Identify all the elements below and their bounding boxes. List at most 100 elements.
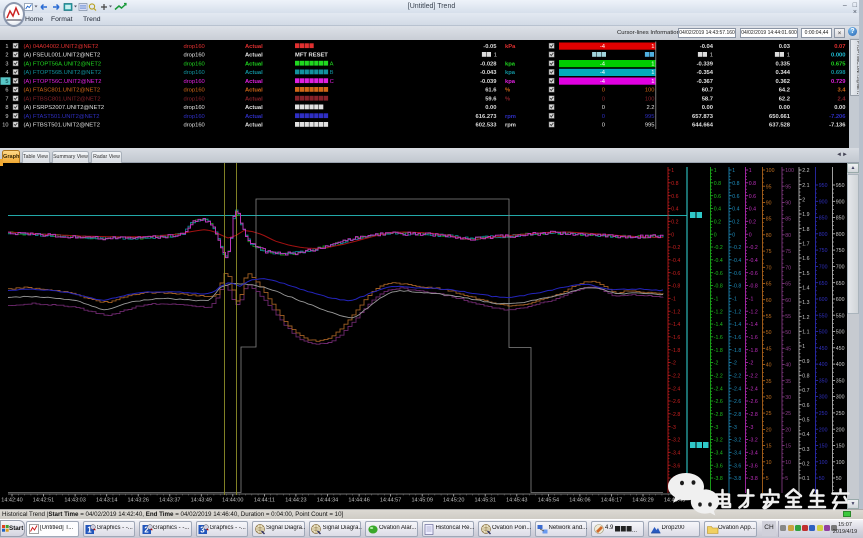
svg-text:-0.339: -0.339 <box>697 62 714 68</box>
svg-text:-1: -1 <box>714 296 719 302</box>
svg-text:-1: -1 <box>671 296 676 302</box>
svg-text:-0.04: -0.04 <box>700 44 714 50</box>
svg-text:14:45:09: 14:45:09 <box>411 498 432 504</box>
svg-text:-0.4: -0.4 <box>671 258 680 264</box>
svg-text:-2: -2 <box>671 361 676 367</box>
svg-text:%: % <box>505 88 510 94</box>
svg-text:(A) FTOPT56B.UNIT2@NET2: (A) FTOPT56B.UNIT2@NET2 <box>24 70 102 76</box>
svg-text:1.8: 1.8 <box>802 227 809 233</box>
svg-text:-0.367: -0.367 <box>697 79 713 85</box>
svg-text:-0.2: -0.2 <box>749 245 758 251</box>
svg-text:0.8: 0.8 <box>802 373 809 379</box>
svg-text:0.5: 0.5 <box>802 417 809 423</box>
svg-text:10: 10 <box>785 460 791 466</box>
svg-text:700: 700 <box>836 265 845 271</box>
svg-text:14:42:51: 14:42:51 <box>33 498 54 504</box>
svg-text:drop160: drop160 <box>184 105 205 111</box>
svg-text:40: 40 <box>785 363 791 369</box>
svg-text:-3.2: -3.2 <box>714 438 723 444</box>
svg-text:-1.8: -1.8 <box>671 348 680 354</box>
svg-text:(A) FTAST501.UNIT2@NET2: (A) FTAST501.UNIT2@NET2 <box>24 114 100 120</box>
svg-text:0: 0 <box>602 88 605 94</box>
svg-text:(A) 04A04002.UNIT2@NET2: (A) 04A04002.UNIT2@NET2 <box>24 44 99 50</box>
svg-text:-1.6: -1.6 <box>732 335 741 341</box>
svg-text:(A) FSEUL001.UNIT2@NET2: (A) FSEUL001.UNIT2@NET2 <box>24 53 101 59</box>
svg-text:995: 995 <box>645 114 655 120</box>
svg-text:-2.6: -2.6 <box>732 399 741 405</box>
svg-text:0.8: 0.8 <box>732 181 739 187</box>
svg-text:0.2: 0.2 <box>749 219 756 225</box>
svg-text:650: 650 <box>819 281 828 287</box>
svg-text:Actual: Actual <box>245 114 263 120</box>
svg-text:25: 25 <box>766 411 772 417</box>
svg-text:Actual: Actual <box>245 97 263 103</box>
svg-text:3: 3 <box>5 62 8 68</box>
svg-text:0.00: 0.00 <box>485 105 496 111</box>
svg-text:2.2: 2.2 <box>802 168 809 174</box>
svg-text:350: 350 <box>836 379 845 385</box>
svg-text:-3: -3 <box>671 425 676 431</box>
svg-text:0.07: 0.07 <box>834 44 845 50</box>
svg-text:150: 150 <box>836 444 845 450</box>
svg-text:-2.6: -2.6 <box>671 399 680 405</box>
svg-text:-1.4: -1.4 <box>732 322 741 328</box>
svg-text:1: 1 <box>494 53 497 59</box>
svg-text:950: 950 <box>819 183 828 189</box>
svg-text:(A) FTBST501.UNIT2@NET2: (A) FTBST501.UNIT2@NET2 <box>24 123 100 129</box>
svg-text:35: 35 <box>766 379 772 385</box>
svg-text:0.698: 0.698 <box>831 70 846 76</box>
svg-text:80: 80 <box>785 233 791 239</box>
svg-text:-2.2: -2.2 <box>714 373 723 379</box>
svg-text:14:44:57: 14:44:57 <box>380 498 401 504</box>
svg-text:-2.8: -2.8 <box>732 412 741 418</box>
svg-text:900: 900 <box>836 199 845 205</box>
svg-text:-1.2: -1.2 <box>671 309 680 315</box>
svg-text:0.03: 0.03 <box>779 44 791 50</box>
svg-text:85: 85 <box>766 217 772 223</box>
svg-text:drop160: drop160 <box>184 62 205 68</box>
svg-text:14:43:14: 14:43:14 <box>96 498 117 504</box>
svg-text:1: 1 <box>749 168 752 174</box>
svg-text:0.8: 0.8 <box>714 181 721 187</box>
svg-text:0: 0 <box>602 123 605 129</box>
svg-text:59.6: 59.6 <box>485 97 497 103</box>
svg-text:60: 60 <box>785 298 791 304</box>
svg-text:70: 70 <box>785 265 791 271</box>
svg-text:0.344: 0.344 <box>775 70 790 76</box>
svg-text:-4: -4 <box>600 62 606 68</box>
svg-text:64.2: 64.2 <box>779 88 790 94</box>
svg-text:0.362: 0.362 <box>775 79 790 85</box>
svg-text:1.3: 1.3 <box>802 300 809 306</box>
svg-text:2.1: 2.1 <box>802 183 809 189</box>
svg-text:0.4: 0.4 <box>802 432 809 438</box>
svg-text:-2: -2 <box>732 361 737 367</box>
svg-text:150: 150 <box>819 444 828 450</box>
svg-text:0.00: 0.00 <box>702 105 713 111</box>
svg-text:1: 1 <box>671 168 674 174</box>
svg-text:300: 300 <box>836 395 845 401</box>
svg-text:(A) FTASC801.UNIT2@NET2: (A) FTASC801.UNIT2@NET2 <box>24 88 101 94</box>
svg-text:5: 5 <box>5 79 8 85</box>
svg-text:-0.8: -0.8 <box>671 284 680 290</box>
svg-text:200: 200 <box>836 427 845 433</box>
svg-text:-2.2: -2.2 <box>671 373 680 379</box>
svg-text:55: 55 <box>785 314 791 320</box>
svg-text:850: 850 <box>819 216 828 222</box>
svg-text:14:44:34: 14:44:34 <box>317 498 338 504</box>
svg-text:-3: -3 <box>714 425 719 431</box>
svg-text:Actual: Actual <box>245 105 263 111</box>
svg-text:Actual: Actual <box>245 79 263 85</box>
svg-text:-2: -2 <box>749 361 754 367</box>
svg-text:0.8: 0.8 <box>671 181 678 187</box>
svg-text:14:45:54: 14:45:54 <box>538 498 559 504</box>
svg-text:40: 40 <box>766 363 772 369</box>
svg-text:950: 950 <box>836 183 845 189</box>
svg-text:0: 0 <box>602 105 605 111</box>
svg-text:0.4: 0.4 <box>732 207 739 213</box>
svg-text:-0.4: -0.4 <box>714 258 723 264</box>
svg-text:-0.4: -0.4 <box>749 258 758 264</box>
svg-text:14:43:49: 14:43:49 <box>191 498 212 504</box>
svg-text:350: 350 <box>819 379 828 385</box>
svg-text:-0.2: -0.2 <box>671 245 680 251</box>
svg-text:25: 25 <box>785 411 791 417</box>
